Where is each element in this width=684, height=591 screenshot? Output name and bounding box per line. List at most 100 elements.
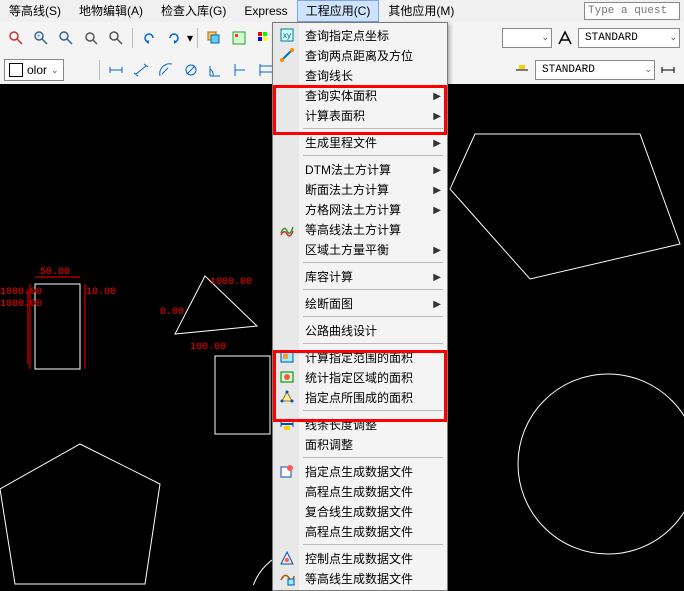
dropdown-separator: [303, 262, 443, 263]
dropdown-separator: [303, 410, 443, 411]
dropdown-item[interactable]: 绘断面图 ▶: [275, 293, 445, 313]
dropdown-item[interactable]: xy查询指定点坐标: [275, 25, 445, 45]
menu-item-contour[interactable]: 等高线(S): [0, 0, 70, 22]
dropdown-item-label: 高程点生成数据文件: [305, 523, 413, 540]
dropdown-item-label: 指定点所围成的面积: [305, 389, 413, 406]
chevron-down-icon: ⌄: [541, 33, 549, 43]
pt-icon: [279, 463, 295, 479]
dropdown-item[interactable]: 线条长度调整: [275, 414, 445, 434]
dim-label: 10.00: [86, 287, 116, 298]
dim-ordinate-icon[interactable]: [229, 58, 253, 82]
dropdown-item[interactable]: 控制点生成数据文件: [275, 548, 445, 568]
dropdown-item[interactable]: 生成里程文件 ▶: [275, 132, 445, 152]
color-selector[interactable]: olor ⌄: [4, 59, 64, 81]
menu-item-express[interactable]: Express: [235, 0, 296, 22]
separator: [99, 60, 100, 80]
menu-item-check[interactable]: 检查入库(G): [152, 0, 235, 22]
engineering-dropdown: xy查询指定点坐标查询两点距离及方位查询线长查询实体面积▶计算表面积▶生成里程文…: [272, 22, 448, 591]
zoom-window-icon[interactable]: [4, 26, 28, 50]
menu-item-engineering[interactable]: 工程应用(C): [297, 0, 380, 22]
dropdown-item[interactable]: 高程点生成数据文件: [275, 481, 445, 501]
submenu-arrow-icon: ▶: [433, 205, 441, 216]
dropdown-separator: [303, 289, 443, 290]
menu-item-other[interactable]: 其他应用(M): [379, 0, 463, 22]
cline-icon: [279, 570, 295, 586]
dim-angular-icon[interactable]: [204, 58, 228, 82]
dropdown-item-label: 等高线法土方计算: [305, 221, 401, 238]
zoom-realtime-icon[interactable]: [79, 26, 103, 50]
dim-aligned-icon[interactable]: [129, 58, 153, 82]
submenu-arrow-icon: ▶: [433, 299, 441, 310]
style-combo-small[interactable]: ⌄: [502, 28, 552, 48]
chevron-down-icon: ⌄: [644, 65, 652, 75]
layers-icon[interactable]: [202, 26, 226, 50]
submenu-arrow-icon: ▶: [433, 138, 441, 149]
dropdown-arrow[interactable]: ▾: [187, 31, 193, 45]
dropdown-separator: [303, 544, 443, 545]
dropdown-item-label: 查询线长: [305, 67, 353, 84]
undo-icon[interactable]: [137, 26, 161, 50]
dropdown-separator: [303, 343, 443, 344]
dropdown-item-label: 库容计算: [305, 268, 353, 285]
layer-props-icon[interactable]: [227, 26, 251, 50]
zoom-extents-icon[interactable]: +: [29, 26, 53, 50]
xy-icon: xy: [279, 27, 295, 43]
dropdown-item[interactable]: 查询两点距离及方位: [275, 45, 445, 65]
chevron-down-icon: ⌄: [669, 33, 677, 43]
dim-style-edit-icon[interactable]: [510, 58, 534, 82]
area2-icon: [279, 369, 295, 385]
dropdown-item[interactable]: 区域土方量平衡▶: [275, 239, 445, 259]
dropdown-item-label: 等高线生成数据文件: [305, 570, 413, 587]
dropdown-item[interactable]: 方格网法土方计算▶: [275, 199, 445, 219]
dropdown-item[interactable]: 高程点生成数据文件: [275, 521, 445, 541]
dropdown-item[interactable]: 计算表面积▶: [275, 105, 445, 125]
dropdown-item[interactable]: 断面法土方计算▶: [275, 179, 445, 199]
text-style-icon[interactable]: [553, 26, 577, 50]
dropdown-separator: [303, 155, 443, 156]
dropdown-item-label: 计算表面积: [305, 107, 365, 124]
dropdown-item[interactable]: 查询线长: [275, 65, 445, 85]
dropdown-item-label: 复合线生成数据文件: [305, 503, 413, 520]
dim-label: 50.00: [40, 267, 70, 278]
dropdown-separator: [303, 316, 443, 317]
dropdown-item[interactable]: 公路曲线设计: [275, 320, 445, 340]
dropdown-item[interactable]: 计算指定范围的面积: [275, 347, 445, 367]
dropdown-item-label: 公路曲线设计: [305, 322, 377, 339]
dropdown-item-label: 生成里程文件: [305, 134, 377, 151]
dropdown-item[interactable]: 指定点所围成的面积: [275, 387, 445, 407]
submenu-arrow-icon: ▶: [433, 165, 441, 176]
zoom-prev-icon[interactable]: [104, 26, 128, 50]
menubar: 等高线(S) 地物编辑(A) 检查入库(G) Express 工程应用(C) 其…: [0, 0, 684, 23]
dropdown-item[interactable]: 库容计算▶: [275, 266, 445, 286]
dropdown-item[interactable]: DTM法土方计算 ▶: [275, 159, 445, 179]
contour-icon: [279, 221, 295, 237]
dropdown-item-label: DTM法土方计算: [305, 161, 391, 178]
dim-style-combo[interactable]: STANDARD⌄: [535, 60, 655, 80]
dropdown-item[interactable]: 查询实体面积▶: [275, 85, 445, 105]
dim-diameter-icon[interactable]: [179, 58, 203, 82]
dropdown-item-label: 绘断面图: [305, 295, 353, 312]
dropdown-item[interactable]: 等高线法土方计算: [275, 219, 445, 239]
question-input[interactable]: Type a quest: [584, 2, 680, 20]
submenu-arrow-icon: ▶: [433, 185, 441, 196]
dropdown-item[interactable]: 统计指定区域的面积: [275, 367, 445, 387]
dropdown-item[interactable]: 复合线生成数据文件: [275, 501, 445, 521]
dim-radius-icon[interactable]: [154, 58, 178, 82]
dropdown-item[interactable]: 等高线生成数据文件: [275, 568, 445, 588]
dim-label: 1000.00: [210, 277, 252, 288]
dist-icon: [279, 47, 295, 63]
dropdown-item[interactable]: 面积调整: [275, 434, 445, 454]
area1-icon: [279, 349, 295, 365]
menu-item-edit[interactable]: 地物编辑(A): [70, 0, 152, 22]
dropdown-item-label: 指定点生成数据文件: [305, 463, 413, 480]
dim-update-icon[interactable]: [656, 58, 680, 82]
dim-linear-icon[interactable]: [104, 58, 128, 82]
text-style-combo[interactable]: STANDARD⌄: [578, 28, 680, 48]
color-label: olor: [27, 63, 47, 77]
svg-text:+: +: [37, 34, 41, 40]
zoom-out-icon[interactable]: [54, 26, 78, 50]
dim-label: 100.00: [190, 342, 226, 353]
dropdown-item[interactable]: 指定点生成数据文件: [275, 461, 445, 481]
color-swatch: [9, 63, 23, 77]
redo-icon[interactable]: [162, 26, 186, 50]
